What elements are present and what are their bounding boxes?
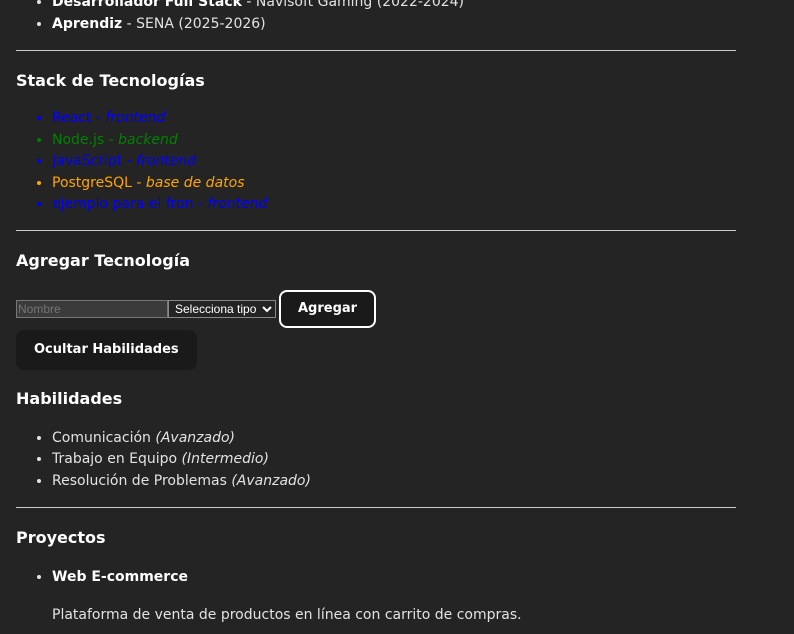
tech-type-select[interactable]: Selecciona tipo	[168, 299, 276, 318]
add-tech-title: Agregar Tecnología	[16, 250, 191, 270]
stack-item: Node.js - backend	[52, 130, 736, 152]
list-item: Trabajo en Equipo (Intermedio)	[52, 449, 736, 471]
stack-list: React - frontendNode.js - backendJavaScr…	[16, 108, 736, 216]
toggle-skills-button[interactable]: Ocultar Habilidades	[16, 329, 197, 370]
tech-name-input[interactable]	[16, 299, 168, 318]
stack-item: JavaScript - frontend	[52, 151, 736, 173]
list-item: Comunicación (Avanzado)	[52, 428, 736, 450]
projects-title: Proyectos	[16, 528, 106, 547]
skills-title: Habilidades	[16, 388, 123, 408]
divider	[16, 50, 736, 51]
project-description: Plataforma de venta de productos en líne…	[52, 606, 522, 623]
experience-list: Desarrollador Full Stack - Navisoft Gami…	[16, 0, 736, 35]
stack-title: Stack de Tecnologías	[16, 71, 205, 90]
add-button[interactable]: Agregar	[279, 289, 377, 328]
list-item: Web E-commerce Plataforma de venta de pr…	[52, 567, 736, 626]
stack-item: React - frontend	[52, 108, 736, 130]
divider	[16, 229, 736, 231]
list-item: Aprendiz - SENA (2025-2026)	[52, 14, 736, 36]
list-item: Desarrollador Full Stack - Navisoft Gami…	[52, 0, 736, 14]
projects-list: Web E-commerce Plataforma de venta de pr…	[16, 567, 736, 626]
stack-item: PostgreSQL - base de datos	[52, 173, 736, 195]
list-item: Resolución de Problemas (Avanzado)	[52, 471, 736, 493]
stack-item: ejemplo para el fron - frontend	[52, 194, 736, 216]
skills-list: Comunicación (Avanzado) Trabajo en Equip…	[16, 428, 736, 493]
divider	[16, 507, 736, 508]
